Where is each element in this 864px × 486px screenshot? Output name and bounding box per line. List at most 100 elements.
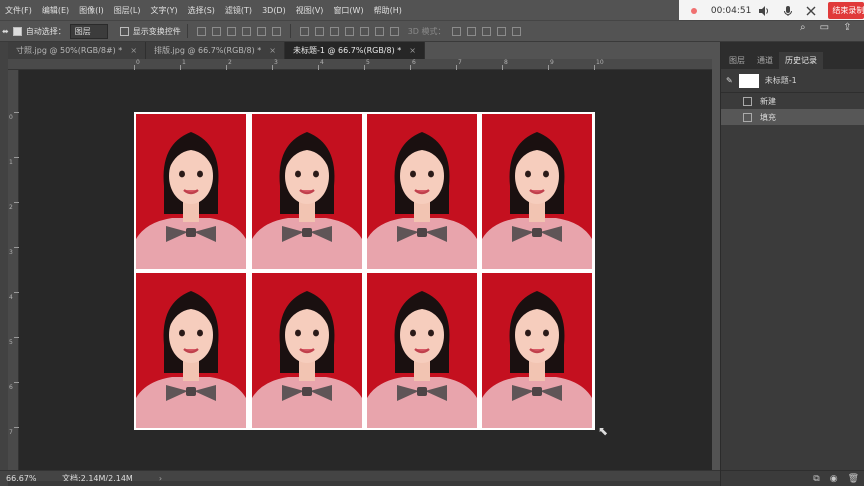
menu-edit[interactable]: 编辑(E): [37, 5, 74, 16]
options-bar: ⬌ 自动选择： 图层 显示变换控件 3D 模式：: [0, 20, 864, 42]
3d-mode-label: 3D 模式：: [407, 26, 446, 36]
tab-document-3[interactable]: 未标题-1 @ 66.7%(RGB/8) * ×: [284, 42, 425, 59]
menu-select[interactable]: 选择(S): [183, 5, 220, 16]
distribute-vcenter-icon[interactable]: [314, 26, 324, 36]
menu-type[interactable]: 文字(Y): [145, 5, 182, 16]
menu-image[interactable]: 图像(I): [74, 5, 109, 16]
panel-top-icons: ⌕ ▭ ⇪: [800, 22, 851, 33]
ruler-label: 2: [228, 59, 232, 66]
show-transform-label: 显示变换控件: [132, 26, 181, 36]
ruler-label: 6: [412, 59, 416, 66]
3d-rotate-icon[interactable]: [451, 26, 461, 36]
tab-history[interactable]: 历史记录: [779, 52, 823, 69]
auto-align-icon[interactable]: [389, 26, 399, 36]
document-canvas[interactable]: [134, 112, 595, 430]
ruler-label: 8: [504, 59, 508, 66]
show-transform-checkbox[interactable]: [119, 26, 129, 36]
workspace-icon[interactable]: ▭: [820, 22, 829, 33]
history-state-icon: [743, 96, 752, 106]
speaker-icon[interactable]: [757, 4, 771, 18]
horizontal-ruler[interactable]: 0 1 2 3 4 5 6 7 8 9 10: [8, 59, 712, 70]
3d-pan-icon[interactable]: [481, 26, 491, 36]
vertical-ruler[interactable]: 0 1 2 3 4 5 6 7: [8, 70, 19, 470]
menu-view[interactable]: 视图(V): [291, 5, 329, 16]
tab-label: 寸照.jpg @ 50%(RGB/8#) *: [16, 46, 123, 55]
tool-strip[interactable]: [0, 42, 8, 470]
history-state-icon: [743, 112, 752, 122]
ruler-label: 5: [366, 59, 370, 66]
menu-layer[interactable]: 图层(L): [109, 5, 146, 16]
ruler-label: 4: [9, 294, 13, 301]
ruler-label: 3: [274, 59, 278, 66]
tab-close-icon[interactable]: ×: [409, 46, 416, 55]
ruler-label: 9: [550, 59, 554, 66]
ruler-label: 5: [9, 339, 13, 346]
tab-document-1[interactable]: 寸照.jpg @ 50%(RGB/8#) * ×: [8, 42, 147, 59]
new-document-from-state-icon[interactable]: ⧉: [813, 474, 819, 484]
trash-icon[interactable]: 🗑: [848, 474, 859, 484]
id-photo-2: [252, 114, 362, 269]
tab-close-icon[interactable]: ×: [269, 46, 276, 55]
ruler-label: 1: [9, 159, 13, 166]
id-photo-8: [482, 273, 592, 428]
align-vcenter-icon[interactable]: [211, 26, 221, 36]
auto-select-label: 自动选择：: [25, 26, 66, 36]
menu-filter[interactable]: 滤镜(T): [220, 5, 257, 16]
options-divider: [289, 24, 291, 38]
ruler-label: 6: [9, 384, 13, 391]
history-item-fill[interactable]: 填充: [721, 109, 864, 125]
3d-roll-icon[interactable]: [466, 26, 476, 36]
auto-select-dropdown[interactable]: 图层: [69, 23, 108, 39]
ruler-label: 4: [320, 59, 324, 66]
distribute-right-icon[interactable]: [374, 26, 384, 36]
menu-file[interactable]: 文件(F): [0, 5, 37, 16]
distribute-hcenter-icon[interactable]: [359, 26, 369, 36]
id-photo-6: [252, 273, 362, 428]
align-right-icon[interactable]: [271, 26, 281, 36]
horizontal-scrollbar[interactable]: [8, 481, 720, 486]
align-hcenter-icon[interactable]: [256, 26, 266, 36]
distribute-left-icon[interactable]: [344, 26, 354, 36]
recording-dot-icon: [691, 7, 697, 14]
align-left-icon[interactable]: [241, 26, 251, 36]
tab-close-icon[interactable]: ×: [130, 46, 137, 55]
history-snapshot[interactable]: ✎ 未标题-1: [721, 69, 864, 93]
ruler-label: 1: [182, 59, 186, 66]
history-brush-icon: ✎: [726, 76, 733, 85]
id-photo-1: [136, 114, 246, 269]
history-item-label: 填充: [760, 112, 776, 122]
end-recording-button[interactable]: 结束录制: [828, 2, 864, 19]
auto-select-checkbox[interactable]: [12, 26, 22, 36]
menu-window[interactable]: 窗口(W): [328, 5, 368, 16]
close-icon[interactable]: [805, 4, 819, 18]
menu-3d[interactable]: 3D(D): [257, 6, 291, 15]
ruler-label: 7: [9, 429, 13, 436]
history-item-label: 新建: [760, 96, 776, 106]
tab-layers[interactable]: 图层: [723, 52, 751, 69]
share-icon[interactable]: ⇪: [843, 22, 851, 33]
move-tool-icon[interactable]: ⬌: [2, 27, 9, 36]
microphone-icon[interactable]: [781, 4, 795, 18]
ruler-label: 0: [9, 114, 13, 121]
distribute-top-icon[interactable]: [299, 26, 309, 36]
tab-channels[interactable]: 通道: [751, 52, 779, 69]
document-tabs: 寸照.jpg @ 50%(RGB/8#) * × 排版.jpg @ 66.7%(…: [8, 42, 425, 59]
tab-label: 未标题-1 @ 66.7%(RGB/8) *: [292, 46, 402, 55]
tab-document-2[interactable]: 排版.jpg @ 66.7%(RGB/8) * ×: [146, 42, 285, 59]
history-item-new[interactable]: 新建: [721, 93, 864, 109]
recorder-bar: 00:04:51 结束录制: [679, 0, 864, 22]
panel-tabs: 图层 通道 历史记录: [721, 42, 864, 69]
camera-icon[interactable]: ◉: [830, 474, 838, 484]
recording-timer: 00:04:51: [710, 5, 752, 16]
align-top-icon[interactable]: [196, 26, 206, 36]
distribute-bottom-icon[interactable]: [329, 26, 339, 36]
panel-bottom-bar: ⧉ ◉ 🗑: [721, 470, 864, 486]
search-icon[interactable]: ⌕: [800, 22, 806, 33]
menu-help[interactable]: 帮助(H): [369, 5, 407, 16]
ruler-label: 0: [136, 59, 140, 66]
id-photo-7: [367, 273, 477, 428]
align-bottom-icon[interactable]: [226, 26, 236, 36]
3d-slide-icon[interactable]: [496, 26, 506, 36]
3d-scale-icon[interactable]: [511, 26, 521, 36]
id-photo-4: [482, 114, 592, 269]
